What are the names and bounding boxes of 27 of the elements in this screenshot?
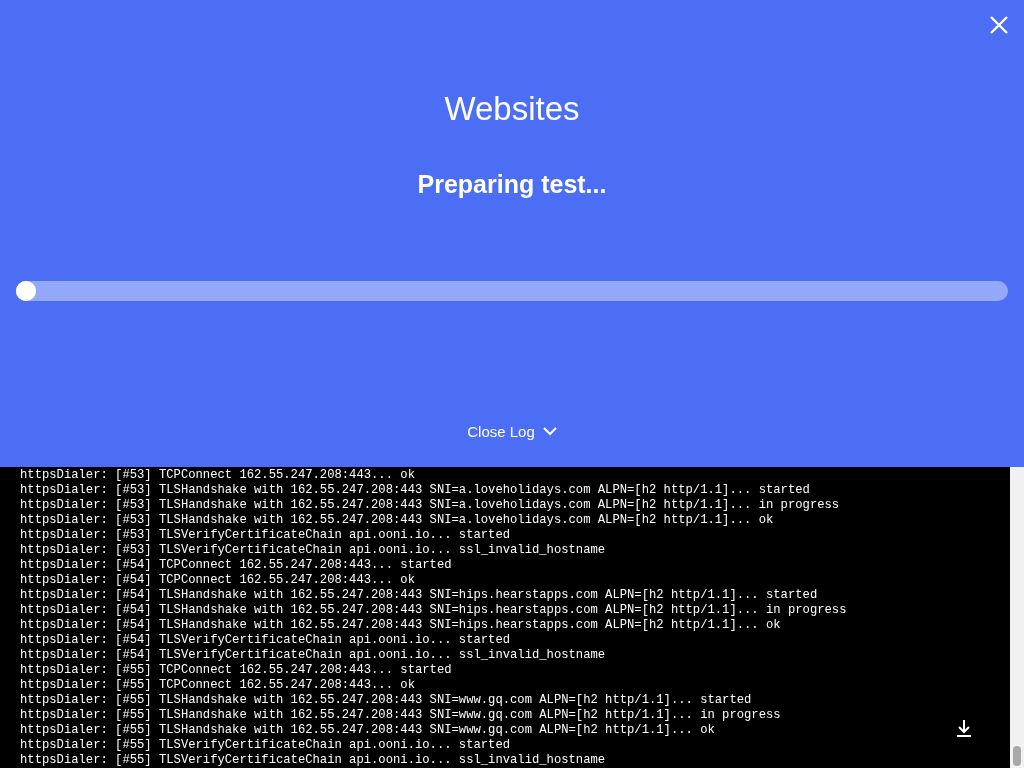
log-line: httpsDialer: [#53] TLSVerifyCertificateChain api.ooni.io... started	[20, 528, 511, 543]
test-title: Websites	[444, 90, 580, 128]
download-icon[interactable]	[956, 719, 972, 737]
log-line: httpsDialer: [#54] TLSHandshake with 162.55.247.208:443 SNI=hips.hearstapps.com ALPN=[h2 http/1.1]... ok	[20, 618, 781, 633]
log-line: httpsDialer: [#53] TLSVerifyCertificateChain api.ooni.io... ssl_invalid_hostname	[20, 543, 606, 558]
log-line: httpsDialer: [#53] TLSHandshake with 162.55.247.208:443 SNI=a.loveholidays.com ALPN=[h2 http/1.1]... in progress	[20, 498, 840, 513]
log-line: httpsDialer: [#54] TCPConnect 162.55.247.208:443... started	[20, 558, 452, 573]
log-line: httpsDialer: [#55] TCPConnect 162.55.247.208:443... ok	[20, 678, 415, 693]
log-line: httpsDialer: [#55] TCPConnect 162.55.247.208:443... started	[20, 663, 452, 678]
log-line: httpsDialer: [#54] TLSVerifyCertificateChain api.ooni.io... started	[20, 633, 511, 648]
log-line: httpsDialer: [#53] TCPConnect 162.55.247.208:443... ok	[20, 468, 415, 483]
log-line: httpsDialer: [#54] TLSVerifyCertificateChain api.ooni.io... ssl_invalid_hostname	[20, 648, 606, 663]
log-line: httpsDialer: [#54] TCPConnect 162.55.247.208:443... ok	[20, 573, 415, 588]
chevron-icon	[542, 427, 557, 436]
log-line: httpsDialer: [#55] TLSHandshake with 162.55.247.208:443 SNI=www.gq.com ALPN=[h2 http/1.1]... ok	[20, 723, 715, 738]
close-icon[interactable]	[990, 16, 1008, 34]
log-line: httpsDialer: [#55] TLSVerifyCertificateChain api.ooni.io... started	[20, 738, 511, 753]
log-line: httpsDialer: [#55] TLSHandshake with 162.55.247.208:443 SNI=www.gq.com ALPN=[h2 http/1.1]... started	[20, 693, 752, 708]
close-log-button[interactable]: Close Log	[467, 423, 557, 440]
scrollbar[interactable]	[1010, 467, 1024, 768]
log-line: httpsDialer: [#54] TLSHandshake with 162.55.247.208:443 SNI=hips.hearstapps.com ALPN=[h2 http/1.1]... started	[20, 588, 818, 603]
log-line: httpsDialer: [#53] TLSHandshake with 162.55.247.208:443 SNI=a.loveholidays.com ALPN=[h2 http/1.1]... started	[20, 483, 810, 498]
log-line: httpsDialer: [#53] TLSHandshake with 162.55.247.208:443 SNI=a.loveholidays.com ALPN=[h2 http/1.1]... ok	[20, 513, 774, 528]
log-line: httpsDialer: [#55] TLSVerifyCertificateChain api.ooni.io... ssl_invalid_hostname	[20, 753, 606, 768]
status-text: Preparing test...	[417, 170, 607, 199]
log-line: httpsDialer: [#54] TLSHandshake with 162.55.247.208:443 SNI=hips.hearstapps.com ALPN=[h2 http/1.1]... in progress	[20, 603, 847, 618]
log-line: httpsDialer: [#55] TLSHandshake with 162.55.247.208:443 SNI=www.gq.com ALPN=[h2 http/1.1]... in progress	[20, 708, 781, 723]
